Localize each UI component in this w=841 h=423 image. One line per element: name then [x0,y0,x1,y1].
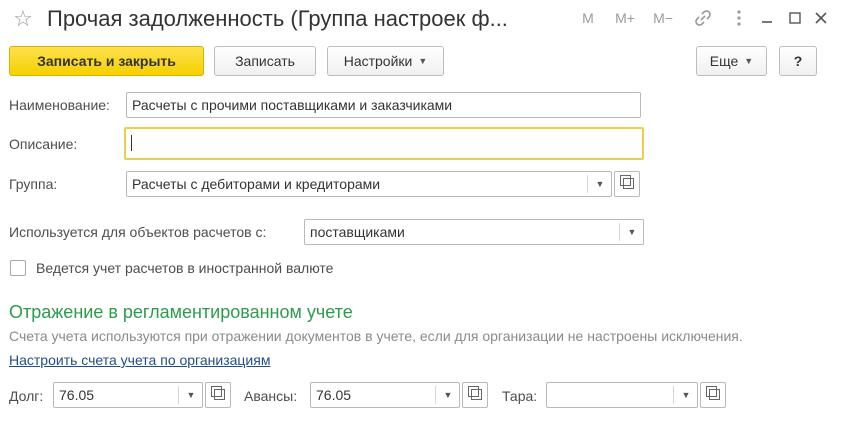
debt-select[interactable]: 76.05 ▼ [53,382,203,408]
save-label: Записать [235,53,295,69]
link-icon[interactable] [690,6,716,30]
minimize-icon[interactable] [756,6,778,30]
debt-open-button[interactable] [205,382,231,408]
tara-select[interactable]: ▼ [546,382,698,408]
foreign-currency-checkbox[interactable] [10,260,26,276]
name-value: Расчеты с прочими поставщиками и заказчи… [132,97,453,113]
favorite-star-icon[interactable]: ☆ [10,6,36,32]
save-button[interactable]: Записать [214,46,316,76]
used-for-value: поставщиками [310,224,405,240]
maximize-icon[interactable] [784,6,806,30]
used-for-label: Используется для объектов расчетов с: [9,224,267,240]
dropdown-separator [619,223,620,241]
memory-mminus-button[interactable]: M− [648,6,678,30]
name-label: Наименование: [9,97,110,113]
window-title: Прочая задолженность (Группа настроек ф.… [47,6,508,31]
help-button[interactable]: ? [779,46,817,76]
group-label: Группа: [9,176,58,192]
chevron-down-icon[interactable]: ▼ [675,383,697,407]
chevron-down-icon[interactable]: ▼ [621,220,643,244]
memory-m-button[interactable]: M [578,6,598,30]
group-open-button[interactable] [614,171,640,197]
open-form-icon [464,383,486,407]
group-value: Расчеты с дебиторами и кредиторами [132,176,381,192]
tara-open-button[interactable] [700,382,726,408]
accounting-hint: Счета учета используются при отражении д… [9,328,743,344]
dropdown-separator [178,386,179,404]
more-button[interactable]: Еще ▼ [696,46,767,76]
chevron-down-icon[interactable]: ▼ [180,383,202,407]
configure-accounts-link[interactable]: Настроить счета учета по организациям [9,350,270,370]
chevron-down-icon[interactable]: ▼ [589,172,611,196]
description-input[interactable] [124,127,644,160]
foreign-currency-label: Ведется учет расчетов в иностранной валю… [36,260,334,276]
close-icon[interactable] [810,6,832,30]
tara-label: Тара: [502,388,538,404]
settings-button[interactable]: Настройки ▼ [327,46,444,76]
group-select[interactable]: Расчеты с дебиторами и кредиторами ▼ [126,171,612,197]
advances-value: 76.05 [316,387,352,403]
used-for-select[interactable]: поставщиками ▼ [304,219,644,245]
advances-label: Авансы: [244,388,298,404]
save-and-close-button[interactable]: Записать и закрыть [9,46,204,76]
chevron-down-icon[interactable]: ▼ [437,383,459,407]
debt-value: 76.05 [59,387,95,403]
dropdown-separator [673,386,674,404]
chevron-down-icon: ▼ [744,56,754,66]
help-label: ? [793,53,803,69]
debt-label: Долг: [9,388,44,404]
name-input[interactable]: Расчеты с прочими поставщиками и заказчи… [126,92,641,118]
save-and-close-label: Записать и закрыть [37,53,176,69]
more-vertical-icon[interactable] [728,6,750,30]
more-label: Еще [709,53,739,69]
advances-select[interactable]: 76.05 ▼ [310,382,460,408]
text-cursor [131,135,132,151]
open-form-icon [702,383,724,407]
settings-label: Настройки [343,53,413,69]
chevron-down-icon: ▼ [418,56,428,66]
open-form-icon [207,383,229,407]
description-label: Описание: [9,136,78,152]
open-form-icon [616,172,638,196]
dropdown-separator [435,386,436,404]
advances-open-button[interactable] [462,382,488,408]
memory-mplus-button[interactable]: M+ [610,6,640,30]
accounting-section-title: Отражение в регламентированном учете [9,302,353,322]
dropdown-separator [587,175,588,193]
